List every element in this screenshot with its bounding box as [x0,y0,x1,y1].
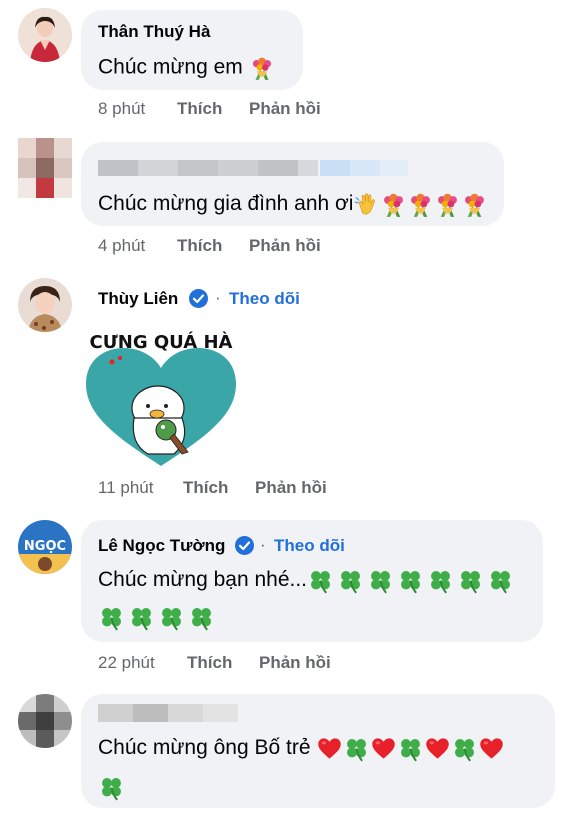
four-leaf-clover-icon [307,567,334,594]
comment-text-line2 [98,604,215,631]
verified-badge-icon [235,536,254,555]
comment-text-body: Chúc mừng ông Bố trẻ [98,736,311,760]
comment-time[interactable]: 22 phút [98,653,155,673]
four-leaf-clover-icon [397,735,424,762]
waving-hand-icon [353,191,380,218]
follow-button[interactable]: Theo dõi [274,536,345,556]
bouquet-icon [380,191,407,218]
avatar[interactable] [18,278,72,332]
reply-button[interactable]: Phản hồi [249,99,321,119]
bouquet-icon [434,191,461,218]
avatar[interactable]: NGỌC [18,520,72,574]
comment-text-line2 [98,774,125,801]
red-heart-icon [316,735,343,762]
avatar[interactable] [18,138,72,198]
comment-text: Chúc mừng bạn nhé... [98,567,514,594]
bouquet-icon [461,191,488,218]
four-leaf-clover-icon [158,604,185,631]
blurred-author-name [98,704,238,722]
comment-text-body: Chúc mừng bạn nhé... [98,568,308,592]
reply-button[interactable]: Phản hồi [259,653,331,673]
separator-dot: · [260,535,266,554]
like-button[interactable]: Thích [177,99,222,119]
comment-time[interactable]: 8 phút [98,99,145,119]
red-heart-icon [370,735,397,762]
sticker-image[interactable]: CƯNG QUÁ HÀ [78,326,244,472]
reply-button[interactable]: Phản hồi [255,478,327,498]
verified-badge-icon [189,289,208,308]
like-button[interactable]: Thích [177,236,222,256]
four-leaf-clover-icon [457,567,484,594]
avatar[interactable] [18,8,72,62]
four-leaf-clover-icon [188,604,215,631]
four-leaf-clover-icon [487,567,514,594]
comment-author[interactable]: Thùy Liên [98,289,178,309]
comment-author[interactable]: Thân Thuý Hà [98,22,210,42]
four-leaf-clover-icon [367,567,394,594]
sticker-caption: CƯNG QUÁ HÀ [90,331,233,353]
like-button[interactable]: Thích [183,478,228,498]
red-heart-icon [424,735,451,762]
comment-text: Chúc mừng gia đình anh ơi [98,191,488,218]
comment-text: Chúc mừng ông Bố trẻ [98,735,505,762]
four-leaf-clover-icon [427,567,454,594]
avatar[interactable] [18,694,72,748]
comment-time[interactable]: 4 phút [98,236,145,256]
four-leaf-clover-icon [98,774,125,801]
comment-text-body: Chúc mừng gia đình anh ơi [98,192,354,216]
comment-time[interactable]: 11 phút [98,478,153,498]
like-button[interactable]: Thích [187,653,232,673]
bouquet-icon [249,55,275,81]
four-leaf-clover-icon [128,604,155,631]
comment-text-body: Chúc mừng em [98,55,243,79]
four-leaf-clover-icon [451,735,478,762]
follow-button[interactable]: Theo dõi [229,289,300,309]
bouquet-icon [407,191,434,218]
four-leaf-clover-icon [343,735,370,762]
red-heart-icon [478,735,505,762]
comment-author[interactable]: Lê Ngọc Tường [98,536,225,556]
comment-text: Chúc mừng em [98,55,275,81]
blurred-author-name [98,160,408,176]
reply-button[interactable]: Phản hồi [249,236,321,256]
four-leaf-clover-icon [397,567,424,594]
four-leaf-clover-icon [98,604,125,631]
svg-text:NGỌC: NGỌC [24,539,66,554]
four-leaf-clover-icon [337,567,364,594]
separator-dot: · [215,288,221,307]
